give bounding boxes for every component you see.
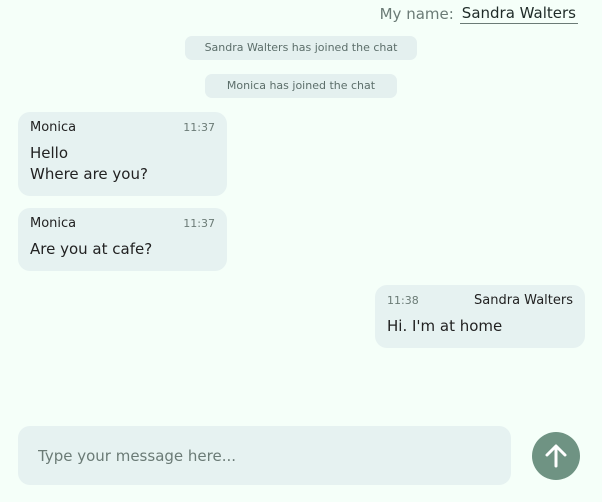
- system-message: Monica has joined the chat: [205, 74, 397, 98]
- message-composer: [18, 426, 511, 485]
- message-bubble-incoming: Monica 11:37 Hello Where are you?: [18, 112, 227, 196]
- message-time: 11:37: [183, 121, 215, 134]
- message-line: Where are you?: [30, 165, 148, 183]
- message-author: Monica: [30, 120, 77, 135]
- message-line: Hello: [30, 144, 69, 162]
- message-bubble-incoming: Monica 11:37 Are you at cafe?: [18, 208, 227, 271]
- send-button[interactable]: [532, 432, 580, 480]
- message-author: Monica: [30, 216, 77, 231]
- message-time: 11:38: [387, 294, 419, 307]
- message-input[interactable]: [18, 426, 511, 485]
- name-label: My name:: [379, 5, 454, 23]
- message-text: Hi. I'm at home: [387, 316, 573, 337]
- message-text: Are you at cafe?: [30, 239, 215, 260]
- system-message: Sandra Walters has joined the chat: [185, 36, 417, 60]
- name-field[interactable]: Sandra Walters: [459, 4, 578, 24]
- arrow-up-icon: [545, 444, 567, 468]
- message-line: Are you at cafe?: [30, 240, 153, 258]
- message-author: Sandra Walters: [474, 293, 573, 308]
- message-line: Hi. I'm at home: [387, 317, 503, 335]
- message-bubble-outgoing: 11:38 Sandra Walters Hi. I'm at home: [375, 285, 585, 348]
- header: My name: Sandra Walters: [380, 4, 578, 24]
- message-text: Hello Where are you?: [30, 143, 215, 185]
- message-time: 11:37: [183, 217, 215, 230]
